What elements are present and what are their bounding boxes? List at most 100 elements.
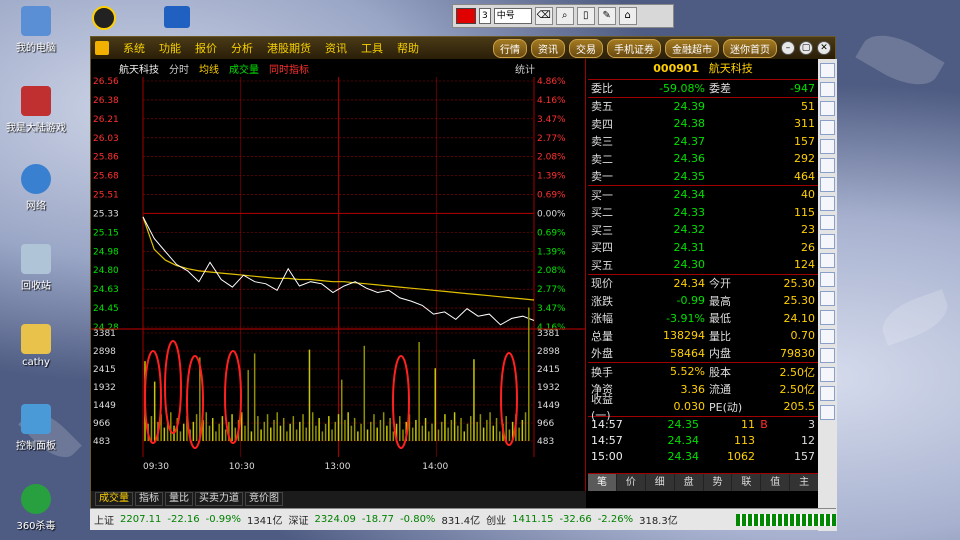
- price-tick-label: 26.21: [93, 115, 119, 125]
- tab-news[interactable]: 资讯: [531, 38, 565, 58]
- intraday-chart-panel: 航天科技 分时 均线 成交量 同时指标 统计 26.56 4.86% 26.38 4.…: [91, 59, 586, 491]
- menu-news[interactable]: 资讯: [319, 40, 353, 56]
- font-size-select[interactable]: 3: [479, 8, 491, 24]
- tab-mini-home[interactable]: 迷你首页: [723, 38, 777, 58]
- cy-index-value: 1411.15: [512, 514, 554, 525]
- annotation-circle: [224, 350, 242, 444]
- desktop-icon-control-panel[interactable]: 控制面板: [4, 404, 68, 452]
- toolbar-ratio-icon[interactable]: [820, 367, 835, 382]
- menu-analysis[interactable]: 分析: [225, 40, 259, 56]
- menu-help[interactable]: 帮助: [391, 40, 425, 56]
- chart-bottom-tab[interactable]: 成交量: [95, 492, 133, 506]
- stat-label: 内盘: [709, 347, 731, 361]
- toolbar-calc-icon[interactable]: [820, 272, 835, 287]
- volume-tick-label: 966: [93, 419, 110, 429]
- price-tick-label: 25.51: [93, 191, 119, 201]
- draw-icon[interactable]: ✎: [597, 7, 616, 25]
- zoom-icon[interactable]: ⌕: [555, 7, 574, 25]
- desktop-icon-network[interactable]: 网络: [4, 164, 68, 212]
- minimize-button[interactable]: –: [781, 41, 795, 55]
- price-tick-label: 26.03: [93, 134, 119, 144]
- toolbar-f5-icon[interactable]: [820, 405, 835, 420]
- desktop-icon-cathy[interactable]: cathy: [4, 324, 68, 368]
- bid-price: 24.30: [673, 258, 706, 272]
- chart-bottom-tab[interactable]: 量比: [165, 492, 193, 506]
- quote-tab[interactable]: 价: [616, 474, 645, 491]
- toolbar-bar-chart-icon[interactable]: [820, 158, 835, 173]
- toolbar-down-arrow-icon[interactable]: [820, 101, 835, 116]
- toolbar-stats-icon[interactable]: [820, 139, 835, 154]
- toolbar-alert-icon[interactable]: [820, 348, 835, 363]
- toolbar-chart-icon[interactable]: [820, 310, 835, 325]
- quote-tab[interactable]: 细: [645, 474, 674, 491]
- chart-bottom-tab[interactable]: 买卖力道: [195, 492, 243, 506]
- page-icon[interactable]: ▯: [576, 7, 595, 25]
- chart-bottom-tab[interactable]: 指标: [135, 492, 163, 506]
- stat-row: 现价 24.34 今开 25.30: [588, 275, 818, 293]
- pct-tick-label: 0.00%: [537, 209, 566, 219]
- toolbar-pen-icon[interactable]: [820, 386, 835, 401]
- toolbar-news-icon[interactable]: [820, 215, 835, 230]
- font-size-name-select[interactable]: 中号: [493, 8, 532, 24]
- mode-average[interactable]: 均线: [199, 61, 219, 76]
- home-icon[interactable]: ⌂: [618, 7, 637, 25]
- desktop-icon-my-computer[interactable]: 我的电脑: [4, 6, 68, 54]
- stats-label[interactable]: 统计: [515, 61, 535, 76]
- toolbar-grid-icon[interactable]: [820, 196, 835, 211]
- quote-tab[interactable]: 势: [703, 474, 732, 491]
- stat-label: 外盘: [591, 347, 613, 361]
- menu-system[interactable]: 系统: [117, 40, 151, 56]
- mode-intraday[interactable]: 分时: [169, 61, 189, 76]
- desktop-icon-game[interactable]: 我是大陆游戏: [4, 86, 68, 134]
- mode-volume[interactable]: 成交量: [229, 61, 259, 76]
- stock-name: 航天科技: [708, 62, 753, 75]
- annotation-circle: [186, 355, 204, 449]
- toolbar-list-icon[interactable]: [820, 253, 835, 268]
- toolbar-left-arrow-icon[interactable]: [820, 63, 835, 78]
- quote-tab[interactable]: 值: [761, 474, 790, 491]
- stat-label: 股本: [709, 365, 731, 379]
- toolbar-f10-icon[interactable]: [820, 234, 835, 249]
- ask-label: 卖五: [591, 100, 613, 114]
- eraser-icon[interactable]: ⌫: [534, 7, 553, 25]
- drawing-toolbar: 3 中号 ⌫ ⌕ ▯ ✎ ⌂: [452, 4, 674, 28]
- realtime-indicator-label[interactable]: 同时指标: [269, 61, 309, 76]
- annotation-circle: [144, 350, 162, 444]
- sh-index-value: 2207.11: [120, 514, 162, 525]
- toolbar-up-arrow-icon[interactable]: [820, 82, 835, 97]
- menu-function[interactable]: 功能: [153, 40, 187, 56]
- restore-button[interactable]: ▢: [799, 41, 813, 55]
- menu-tools[interactable]: 工具: [355, 40, 389, 56]
- close-button[interactable]: ✕: [817, 41, 831, 55]
- tick-row: 15:00 24.34 1062 157: [588, 449, 818, 465]
- stat-value: 24.10: [783, 311, 816, 325]
- tab-market[interactable]: 行情: [493, 38, 527, 58]
- menu-hk-futures[interactable]: 港股期货: [261, 40, 317, 56]
- bid-volume: 124: [794, 258, 815, 272]
- ask-price: 24.39: [673, 99, 706, 113]
- quote-tab[interactable]: 联: [732, 474, 761, 491]
- desktop-icon-qq[interactable]: [92, 6, 122, 32]
- tab-trade[interactable]: 交易: [569, 38, 603, 58]
- menu-quote[interactable]: 报价: [189, 40, 223, 56]
- tab-mobile[interactable]: 手机证券: [607, 38, 661, 58]
- toolbar-table-icon[interactable]: [820, 291, 835, 306]
- desktop-icon-recycle-bin[interactable]: 回收站: [4, 244, 68, 292]
- tick-price: 24.34: [667, 450, 700, 463]
- desktop-icon-app[interactable]: [164, 6, 194, 32]
- sh-index-pct: -0.99%: [205, 514, 241, 525]
- quote-tab[interactable]: 主: [790, 474, 818, 491]
- quote-tab[interactable]: 盘: [674, 474, 703, 491]
- price-tick-label: 24.45: [93, 304, 119, 314]
- stat-value: 3.36: [680, 382, 706, 396]
- toolbar-home-icon[interactable]: [820, 120, 835, 135]
- tab-finance-market[interactable]: 金融超市: [665, 38, 719, 58]
- stat-label: 现价: [591, 277, 613, 291]
- pct-tick-label: 4.86%: [537, 77, 566, 87]
- quote-tab[interactable]: 笔: [588, 474, 616, 491]
- chart-bottom-tab[interactable]: 竞价图: [245, 492, 283, 506]
- desktop-icon-antivirus[interactable]: 360杀毒: [4, 484, 68, 532]
- toolbar-line-chart-icon[interactable]: [820, 177, 835, 192]
- toolbar-monitor-icon[interactable]: [820, 329, 835, 344]
- color-swatch[interactable]: [456, 8, 476, 24]
